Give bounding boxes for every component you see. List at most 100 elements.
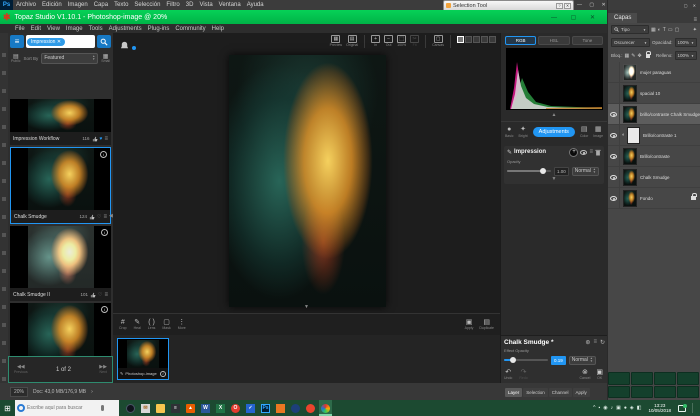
- zoom-out-button[interactable]: −Out: [384, 35, 393, 48]
- document-window-controls[interactable]: — ▢ ✕: [577, 2, 609, 8]
- pencil-icon[interactable]: ✎: [120, 371, 123, 376]
- taskbar-app-topaz-active[interactable]: [319, 400, 332, 416]
- show-desktop-divider[interactable]: [692, 403, 693, 413]
- tray-icon[interactable]: ◉: [603, 405, 607, 411]
- add-icon[interactable]: +: [569, 148, 578, 157]
- zoom-100-button[interactable]: ⬚100%: [397, 35, 406, 48]
- visibility-toggle[interactable]: [608, 188, 620, 208]
- search-icon[interactable]: [97, 35, 111, 48]
- fit-button[interactable]: ✂Fit: [410, 35, 419, 48]
- layer-row[interactable]: Chalk Smudge: [608, 167, 700, 188]
- favorite-icon[interactable]: ♥: [100, 136, 103, 142]
- taskbar-app-explorer[interactable]: [154, 400, 167, 416]
- adjustments-button[interactable]: Adjustments: [533, 127, 575, 137]
- menu-vista[interactable]: Vista: [196, 0, 215, 10]
- lock-all-icon[interactable]: [646, 54, 650, 58]
- taskbar-app-mail[interactable]: ✉: [139, 400, 152, 416]
- start-button[interactable]: ⊞: [0, 404, 15, 413]
- bright-button[interactable]: ✦Bright: [519, 126, 528, 139]
- layer-row[interactable]: spacial 10: [608, 83, 700, 104]
- taskbar-app-excel[interactable]: X: [214, 400, 227, 416]
- thumbs-up-icon[interactable]: [89, 214, 95, 220]
- duplicate-button[interactable]: ▤Duplicate: [479, 319, 494, 331]
- menu-imagen[interactable]: Imagen: [65, 0, 91, 10]
- blend-mode-dropdown[interactable]: Oscurecer ▼: [611, 38, 650, 47]
- layer-thumbnail[interactable]: [623, 169, 637, 186]
- layer-row[interactable]: mujer paraguas: [608, 62, 700, 83]
- layer-row[interactable]: Fondo: [608, 188, 700, 209]
- taskbar-app-word[interactable]: W: [199, 400, 212, 416]
- search-input[interactable]: Impression ✕: [26, 35, 95, 48]
- layer-thumbnail[interactable]: [623, 85, 637, 102]
- gear-icon[interactable]: ⊛: [585, 339, 590, 346]
- effect-opacity-value[interactable]: 0.19: [551, 356, 566, 365]
- menu-capa[interactable]: Capa: [91, 0, 111, 10]
- lock-transparent-icon[interactable]: ▦: [625, 53, 630, 59]
- visibility-toggle[interactable]: [608, 62, 620, 82]
- heal-tool[interactable]: ✎Heal: [134, 319, 141, 331]
- lock-paint-icon[interactable]: ✎: [631, 53, 635, 59]
- tz-menu-edit[interactable]: Edit: [28, 24, 44, 34]
- canvas-collapse-icon[interactable]: ▼: [113, 304, 500, 310]
- next-page-button[interactable]: ▶▶ Next: [99, 365, 107, 375]
- filmstrip-thumbnail-selected[interactable]: ✎ Photoshop-image i: [117, 338, 169, 380]
- panel-menu-icon[interactable]: ≡: [693, 17, 697, 23]
- canvas-button[interactable]: ▢Canvas: [432, 35, 444, 48]
- tz-menu-help[interactable]: Help: [209, 24, 227, 34]
- photoshop-toolbar-strip[interactable]: [0, 33, 8, 383]
- menu-ayuda[interactable]: Ayuda: [244, 0, 267, 10]
- taskbar-clock[interactable]: 13:23 10/05/2018: [648, 403, 671, 413]
- filter-image-icon[interactable]: ▦: [651, 27, 656, 33]
- blend-mode-dropdown[interactable]: Normal ▲▼: [572, 167, 599, 176]
- mask-tool[interactable]: ▢Mask: [162, 319, 170, 331]
- opacity-slider[interactable]: [507, 170, 551, 172]
- taskbar-app-task-view[interactable]: [124, 400, 137, 416]
- tz-menu-image[interactable]: Image: [63, 24, 86, 34]
- tab-apply[interactable]: Apply: [573, 388, 590, 397]
- taskbar-search[interactable]: [15, 400, 119, 416]
- opacity-value[interactable]: 100%▼: [675, 38, 698, 47]
- taskbar-app-firefox[interactable]: [304, 400, 317, 416]
- layer-thumbnail[interactable]: [623, 64, 637, 81]
- crop-tool[interactable]: #Crop: [119, 319, 127, 331]
- tz-menu-adjustments[interactable]: Adjustments: [106, 24, 145, 34]
- taskbar-app-orange[interactable]: [274, 400, 287, 416]
- panel-menu-icon[interactable]: ≡: [593, 339, 597, 345]
- action-center-icon[interactable]: [678, 405, 686, 412]
- opacity-value[interactable]: 1.00: [554, 167, 569, 176]
- info-icon[interactable]: i: [101, 306, 108, 313]
- view-split-2[interactable]: [473, 36, 480, 43]
- blend-stepper-icon[interactable]: ▲▼: [590, 357, 593, 363]
- effect-card-chalk-smudge[interactable]: i Chalk Smudge 124 ♡ ≡: [10, 147, 111, 224]
- thumbnail-size-toggle[interactable]: ▦ Small: [101, 53, 110, 64]
- info-icon[interactable]: i: [100, 151, 107, 158]
- thumbs-up-icon[interactable]: [90, 292, 96, 298]
- filter-shape-icon[interactable]: ▭: [668, 27, 673, 33]
- effect-blend-dropdown[interactable]: Normal ▲▼: [569, 356, 596, 365]
- selection-tool-window[interactable]: Selection Tool ? ✕: [443, 0, 574, 10]
- tray-icon[interactable]: ▪: [598, 405, 600, 411]
- visibility-toggle[interactable]: [608, 167, 620, 187]
- filter-type-dropdown[interactable]: Tipo ▼: [611, 25, 649, 34]
- tz-menu-file[interactable]: File: [12, 24, 28, 34]
- taskbar-app-photoshop[interactable]: Ps: [259, 400, 272, 416]
- topaz-window-controls[interactable]: — ▢ ✕: [551, 14, 601, 21]
- undo-button[interactable]: ↶Undo: [504, 369, 512, 381]
- tray-icon[interactable]: ●: [624, 405, 627, 411]
- visibility-toggle[interactable]: [608, 104, 620, 124]
- apply-button[interactable]: ▣Apply: [465, 319, 474, 331]
- sort-stepper-icon[interactable]: ▲▼: [92, 55, 95, 61]
- tab-selection[interactable]: Selection: [523, 388, 548, 397]
- layer-thumbnail[interactable]: [623, 106, 637, 123]
- tz-menu-plugins[interactable]: Plug-ins: [145, 24, 173, 34]
- view-split-4[interactable]: [489, 36, 496, 43]
- menu-archivo[interactable]: Archivo: [13, 0, 39, 10]
- info-icon[interactable]: i: [160, 371, 166, 377]
- fill-value[interactable]: 100%▼: [675, 51, 698, 60]
- original-button[interactable]: ▤Original: [346, 35, 358, 48]
- visibility-toggle[interactable]: [608, 146, 620, 166]
- panel-menu-icon[interactable]: ≡: [589, 149, 593, 155]
- search-filter-chip[interactable]: Impression ✕: [27, 38, 65, 46]
- effect-card-chalk-smudge-2[interactable]: i Chalk Smudge II 101 ♡ ≡: [10, 226, 111, 301]
- zoom-level[interactable]: 20%: [10, 387, 28, 397]
